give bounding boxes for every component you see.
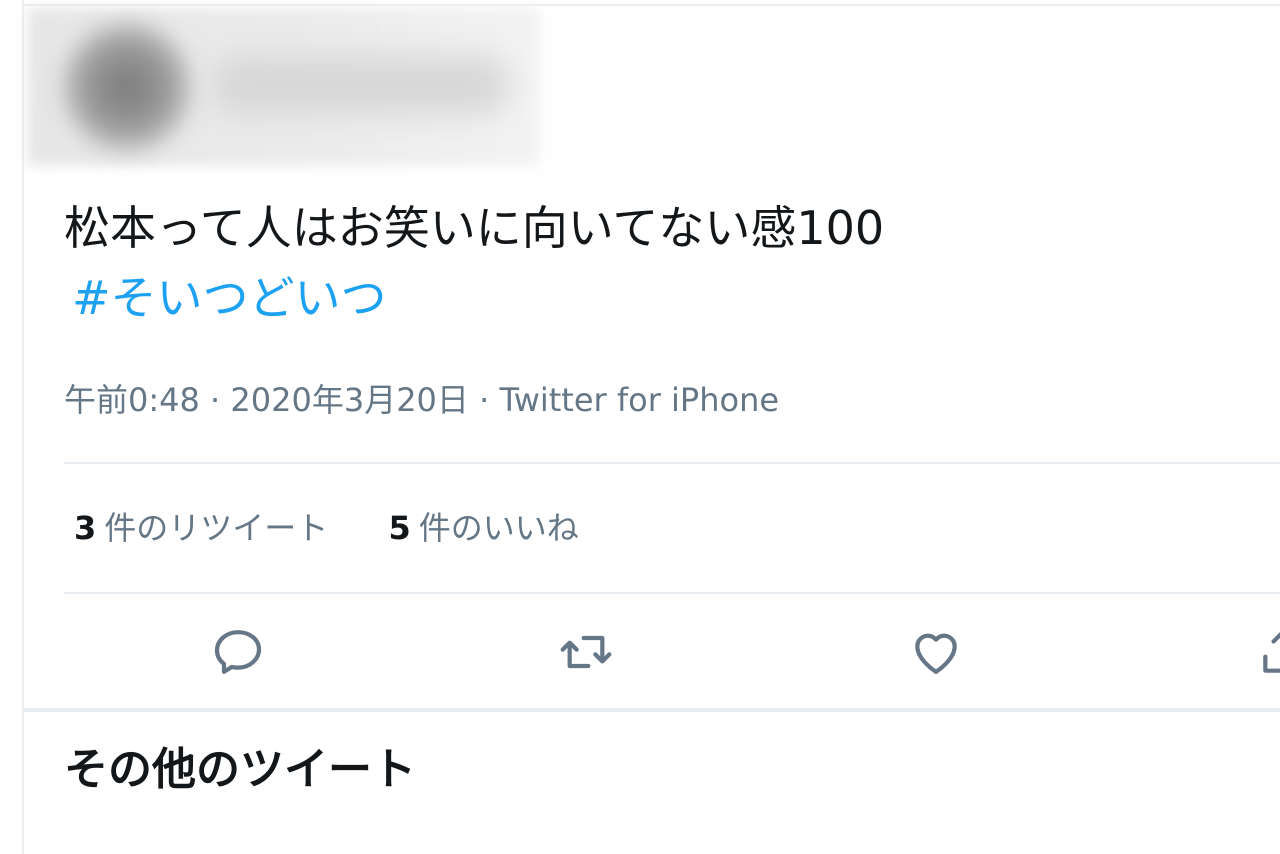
retweets-label: 件のリツイート [104,509,329,547]
likes-stat[interactable]: 5 件のいいね [388,506,578,550]
timeline-top-border [22,4,1280,6]
likes-count: 5 [388,509,411,547]
meta-separator: · [210,381,221,419]
timeline-left-border [22,0,24,854]
divider [64,462,1280,464]
tweet-text: 松本って人はお笑いに向いてない感100 [64,201,885,255]
reply-button[interactable] [210,624,266,680]
like-button[interactable] [908,624,964,680]
meta-separator: · [479,381,490,419]
tweet-time[interactable]: 午前0:48 [64,381,200,419]
retweet-icon [560,635,612,669]
tweet-source[interactable]: Twitter for iPhone [499,381,779,419]
tweet-date[interactable]: 2020年3月20日 [230,381,469,419]
retweet-button[interactable] [558,624,614,680]
hashtag-link[interactable]: #そいつどいつ [72,266,387,330]
tweet-meta: 午前0:48 · 2020年3月20日 · Twitter for iPhone [64,378,779,422]
reply-icon [214,630,262,674]
share-icon [1263,632,1280,673]
tweet-detail-page: 松本って人はお笑いに向いてない感100 #そいつどいつ 午前0:48 · 202… [0,0,1280,854]
section-separator [22,708,1280,712]
heart-icon [915,633,957,674]
divider [64,592,1280,594]
share-button[interactable] [1256,624,1280,680]
likes-label: 件のいいね [418,509,579,547]
avatar[interactable] [62,22,192,152]
tweet-stats: 3 件のリツイート 5 件のいいね [74,506,629,550]
more-tweets-heading: その他のツイート [64,744,416,795]
retweets-count: 3 [74,509,97,547]
retweets-stat[interactable]: 3 件のリツイート [74,506,328,550]
author-name-blurred[interactable] [210,55,510,115]
